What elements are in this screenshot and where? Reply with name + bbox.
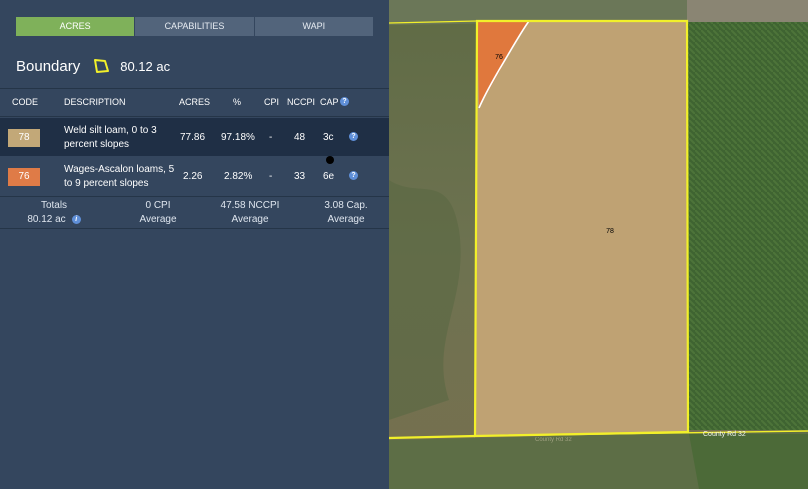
soil-description: Weld silt loam, 0 to 3 percent slopes [64, 125, 157, 150]
soil-acres: 2.26 [183, 171, 203, 182]
divider [0, 196, 389, 197]
soil-cpi: - [269, 171, 273, 182]
totals-label: Totals [40, 200, 68, 211]
divider [0, 116, 389, 117]
tab-acres[interactable]: ACRES [16, 17, 136, 36]
totals-cpi-value: 0 CPI [145, 200, 171, 211]
map-terrain [689, 434, 808, 489]
divider [0, 88, 389, 89]
soil-code-badge: 78 [8, 129, 40, 147]
map-terrain [687, 0, 808, 22]
soil-cpi: - [269, 132, 273, 143]
totals-cap: 3.08 Cap. Average [308, 199, 384, 227]
row-help-icon[interactable]: ? [349, 132, 358, 141]
soil-nccpi: 33 [294, 171, 306, 182]
boundary-area: 80.12 ac [120, 58, 171, 74]
map-crop-field [687, 22, 808, 430]
header-description: DESCRIPTION [64, 97, 126, 107]
header-cpi: CPI [264, 97, 280, 107]
mouse-cursor [326, 156, 334, 164]
map-label-76: 76 [495, 54, 503, 61]
totals-cpi-sub: Average [139, 214, 177, 225]
soil-report-panel: ACRES CAPABILITIES WAPI Boundary 80.12 a… [0, 0, 389, 489]
totals-cpi: 0 CPI Average [122, 199, 194, 227]
soil-cap: 3c [323, 132, 334, 143]
totals-acres-value: 80.12 ac [27, 214, 66, 225]
totals-cap-sub: Average [327, 214, 365, 225]
row-help-icon[interactable]: ? [349, 171, 358, 180]
tab-bar: ACRES CAPABILITIES WAPI [16, 17, 373, 36]
soil-acres: 77.86 [180, 132, 206, 143]
header-nccpi: NCCPI [287, 97, 316, 107]
header-acres: ACRES [179, 97, 211, 107]
soil-code-badge: 76 [8, 168, 40, 186]
map-canvas[interactable]: 78 76 County Rd 32 County Rd 32 [389, 0, 808, 489]
road-label: County Rd 32 [703, 431, 746, 438]
totals-nccpi-value: 47.58 NCCPI [220, 200, 280, 211]
cap-help-icon[interactable]: ? [340, 97, 349, 106]
totals-cap-value: 3.08 Cap. [324, 200, 368, 211]
header-percent: % [233, 97, 242, 107]
tab-wapi[interactable]: WAPI [254, 17, 373, 36]
map-label-78: 78 [606, 228, 614, 235]
soil-percent: 2.82% [224, 171, 253, 182]
satellite-map[interactable]: 78 76 County Rd 32 County Rd 32 [389, 0, 808, 489]
info-icon[interactable]: i [71, 214, 81, 224]
soil-nccpi: 48 [294, 132, 306, 143]
boundary-summary: Boundary 80.12 ac [16, 56, 170, 76]
boundary-title: Boundary [16, 57, 81, 75]
header-code: CODE [12, 97, 39, 107]
soil-unit-78[interactable] [475, 21, 688, 436]
soil-description: Wages-Ascalon loams, 5 to 9 percent slop… [64, 164, 175, 189]
totals-acres: Totals 80.12 ac i [8, 199, 100, 227]
tab-capabilities[interactable]: CAPABILITIES [135, 17, 255, 36]
divider [0, 228, 389, 229]
polygon-icon [94, 59, 110, 73]
road-label-faint: County Rd 32 [535, 437, 572, 443]
table-row[interactable]: 78 Weld silt loam, 0 to 3 percent slopes… [0, 118, 389, 156]
totals-nccpi: 47.58 NCCPI Average [208, 199, 292, 227]
header-cap: CAP [320, 97, 339, 107]
soil-percent: 97.18% [221, 132, 255, 143]
soil-cap: 6e [323, 171, 335, 182]
totals-nccpi-sub: Average [231, 214, 269, 225]
